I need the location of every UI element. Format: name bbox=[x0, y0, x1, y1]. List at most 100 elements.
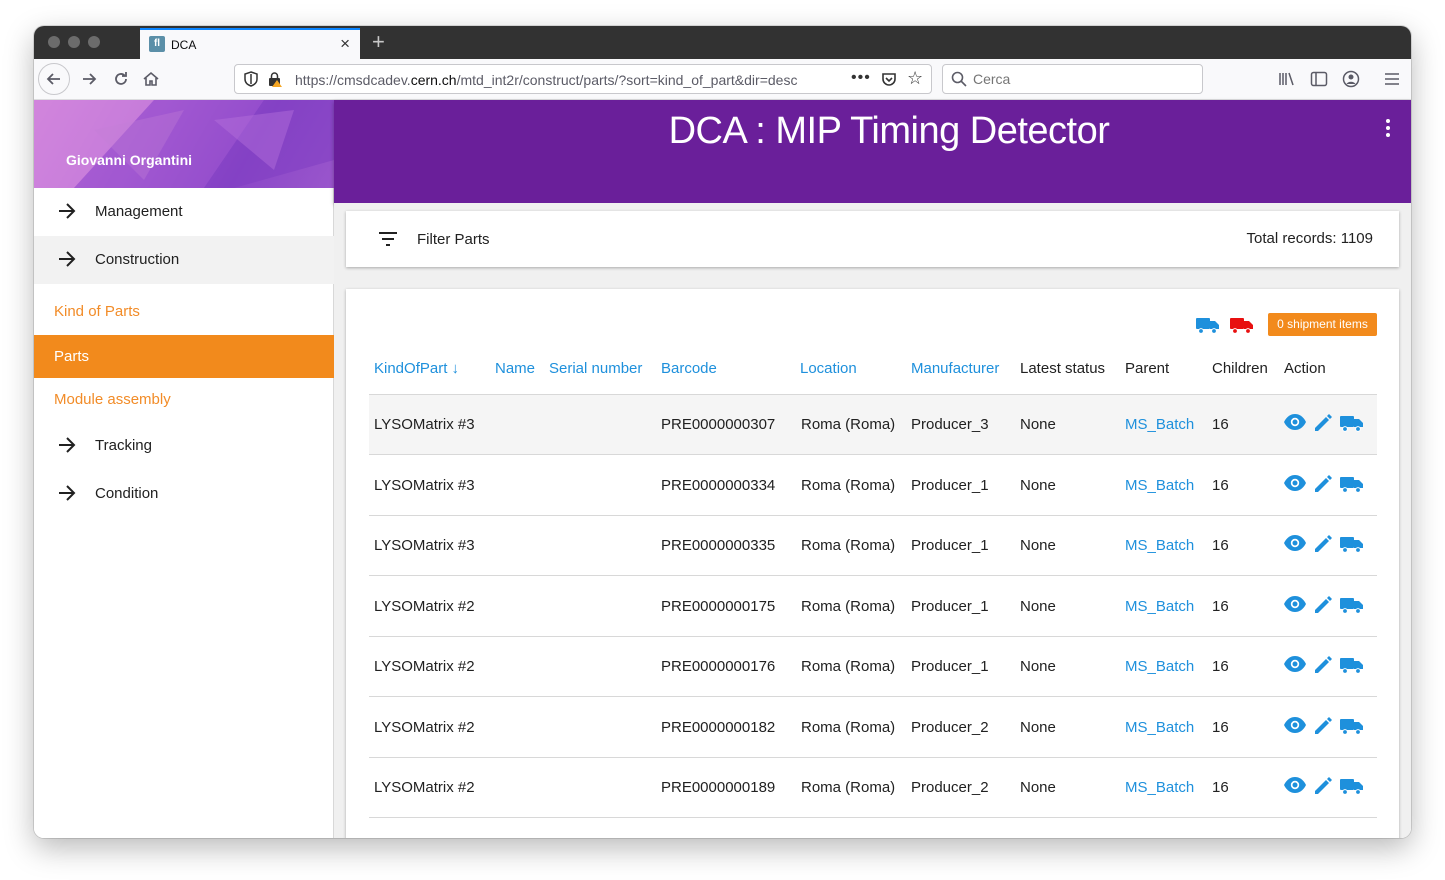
browser-window: fl DCA × + https://cmsdcadev.cern.ch/mtd… bbox=[34, 26, 1411, 838]
hamburger-menu-icon[interactable] bbox=[1383, 70, 1401, 88]
pocket-icon[interactable] bbox=[881, 71, 897, 87]
new-tab-icon[interactable]: + bbox=[372, 29, 385, 55]
sidebar-item-management[interactable]: Management bbox=[34, 188, 334, 236]
close-tab-icon[interactable]: × bbox=[340, 34, 350, 54]
pencil-icon[interactable] bbox=[1313, 534, 1337, 554]
library-icon[interactable] bbox=[1278, 70, 1296, 88]
sidebar-item-label: Tracking bbox=[95, 437, 152, 454]
tab-bar: fl DCA × + bbox=[34, 26, 1411, 59]
column-header-name[interactable]: Name bbox=[495, 360, 535, 377]
pencil-icon[interactable] bbox=[1313, 413, 1337, 433]
pencil-icon[interactable] bbox=[1313, 655, 1337, 675]
filter-panel[interactable]: Filter Parts Total records: 1109 bbox=[346, 211, 1399, 267]
column-header-barcode[interactable]: Barcode bbox=[661, 360, 717, 377]
browser-tab[interactable]: fl DCA × bbox=[140, 28, 360, 59]
sidebar-subitem-kind-of-parts[interactable]: Kind of Parts bbox=[34, 290, 334, 333]
cell-parent-link[interactable]: MS_Batch bbox=[1125, 416, 1194, 433]
eye-icon[interactable] bbox=[1283, 473, 1307, 493]
eye-icon[interactable] bbox=[1283, 775, 1307, 795]
navigation-bar: https://cmsdcadev.cern.ch/mtd_int2r/cons… bbox=[34, 59, 1411, 100]
cell-barcode: PRE0000000175 bbox=[661, 597, 776, 615]
minimize-window-icon[interactable] bbox=[68, 36, 80, 48]
truck-icon[interactable] bbox=[1340, 717, 1364, 737]
cell-latest-status: None bbox=[1020, 476, 1056, 494]
sidebar-item-construction[interactable]: Construction bbox=[34, 236, 334, 284]
eye-icon[interactable] bbox=[1283, 715, 1307, 735]
cell-location: Roma (Roma) bbox=[801, 779, 896, 796]
sidebar-subitem-module-assembly[interactable]: Module assembly bbox=[34, 378, 334, 421]
cell-parent-link[interactable]: MS_Batch bbox=[1125, 658, 1194, 675]
shipment-items-badge[interactable]: 0 shipment items bbox=[1268, 313, 1377, 336]
column-header-serial-number[interactable]: Serial number bbox=[549, 360, 642, 377]
cell-barcode: PRE0000000335 bbox=[661, 537, 776, 554]
pencil-icon[interactable] bbox=[1313, 716, 1337, 736]
truck-icon[interactable] bbox=[1340, 656, 1364, 676]
table-row[interactable]: LYSOMatrix #3 PRE0000000335 Roma (Roma) Pro… bbox=[369, 516, 1377, 576]
table-row[interactable]: LYSOMatrix #3 PRE0000000334 Roma (Roma) Pro… bbox=[369, 456, 1377, 516]
column-header-kindofpart[interactable]: KindOfPart ↓ bbox=[374, 360, 459, 377]
sidebar-item-tracking[interactable]: Tracking bbox=[34, 422, 334, 470]
url-text[interactable]: https://cmsdcadev.cern.ch/mtd_int2r/cons… bbox=[295, 72, 797, 88]
sidebar-item-condition[interactable]: Condition bbox=[34, 470, 334, 518]
close-window-icon[interactable] bbox=[48, 36, 60, 48]
sidebar-toggle-icon[interactable] bbox=[1310, 70, 1328, 88]
url-bar[interactable]: https://cmsdcadev.cern.ch/mtd_int2r/cons… bbox=[234, 64, 932, 94]
cell-children: 16 bbox=[1212, 779, 1229, 796]
table-row[interactable]: LYSOMatrix #2 PRE0000000182 Roma (Roma) Pro… bbox=[369, 698, 1377, 758]
home-icon[interactable] bbox=[136, 64, 166, 94]
main-content: Filter Parts Total records: 1109 0 shipm… bbox=[334, 203, 1411, 838]
bookmark-star-icon[interactable]: ☆ bbox=[907, 68, 923, 89]
cell-barcode: PRE0000000182 bbox=[661, 718, 776, 736]
cell-parent-link[interactable]: MS_Batch bbox=[1125, 477, 1194, 494]
truck-icon[interactable] bbox=[1340, 777, 1364, 797]
account-icon[interactable] bbox=[1342, 70, 1360, 88]
table-row[interactable]: LYSOMatrix #3 PRE0000000307 Roma (Roma) Pro… bbox=[369, 395, 1377, 455]
cell-parent-link[interactable]: MS_Batch bbox=[1125, 537, 1194, 554]
sidebar-item-label: Condition bbox=[95, 485, 159, 502]
shield-icon[interactable] bbox=[244, 71, 258, 87]
pencil-icon[interactable] bbox=[1313, 595, 1337, 615]
search-bar[interactable] bbox=[942, 64, 1203, 94]
column-header-manufacturer[interactable]: Manufacturer bbox=[911, 360, 999, 377]
page-actions-icon[interactable]: ••• bbox=[851, 69, 871, 87]
arrow-right-icon bbox=[59, 485, 76, 501]
table-row[interactable]: LYSOMatrix #2 PRE0000000176 Roma (Roma) Pro… bbox=[369, 637, 1377, 697]
cell-children: 16 bbox=[1212, 597, 1229, 615]
more-vert-icon[interactable] bbox=[1385, 118, 1391, 138]
eye-icon[interactable] bbox=[1283, 412, 1307, 432]
cell-parent-link[interactable]: MS_Batch bbox=[1125, 779, 1194, 796]
reload-icon[interactable] bbox=[106, 64, 136, 94]
filter-label[interactable]: Filter Parts bbox=[417, 231, 490, 248]
cell-parent-link[interactable]: MS_Batch bbox=[1125, 598, 1194, 615]
sidebar-item-label: Construction bbox=[95, 251, 180, 268]
truck-red-icon[interactable] bbox=[1230, 316, 1254, 334]
table-row[interactable]: LYSOMatrix #2 PRE0000000189 Roma (Roma) Pro… bbox=[369, 758, 1377, 818]
table-row[interactable]: LYSOMatrix #2 PRE0000000175 Roma (Roma) Pro… bbox=[369, 577, 1377, 637]
forward-icon[interactable] bbox=[74, 64, 104, 94]
cell-children: 16 bbox=[1212, 476, 1229, 494]
cell-children: 16 bbox=[1212, 658, 1229, 675]
truck-icon[interactable] bbox=[1340, 535, 1364, 555]
cell-location: Roma (Roma) bbox=[801, 476, 896, 494]
back-icon[interactable] bbox=[38, 63, 70, 95]
cell-latest-status: None bbox=[1020, 718, 1056, 736]
search-input[interactable] bbox=[973, 71, 1193, 87]
column-header-location[interactable]: Location bbox=[800, 360, 857, 377]
cell-parent-link[interactable]: MS_Batch bbox=[1125, 719, 1194, 736]
sidebar-subitem-parts[interactable]: Parts bbox=[34, 335, 334, 378]
truck-icon[interactable] bbox=[1196, 316, 1220, 334]
eye-icon[interactable] bbox=[1283, 594, 1307, 614]
filter-icon[interactable] bbox=[378, 231, 398, 247]
lock-warning-icon[interactable] bbox=[268, 71, 282, 87]
truck-icon[interactable] bbox=[1340, 414, 1364, 434]
pencil-icon[interactable] bbox=[1313, 474, 1337, 494]
tab-title: DCA bbox=[171, 38, 197, 52]
zoom-window-icon[interactable] bbox=[88, 36, 100, 48]
truck-icon[interactable] bbox=[1340, 475, 1364, 495]
truck-icon[interactable] bbox=[1340, 596, 1364, 616]
cell-manufacturer: Producer_1 bbox=[911, 658, 989, 675]
cell-latest-status: None bbox=[1020, 416, 1056, 433]
eye-icon[interactable] bbox=[1283, 654, 1307, 674]
pencil-icon[interactable] bbox=[1313, 776, 1337, 796]
eye-icon[interactable] bbox=[1283, 533, 1307, 553]
